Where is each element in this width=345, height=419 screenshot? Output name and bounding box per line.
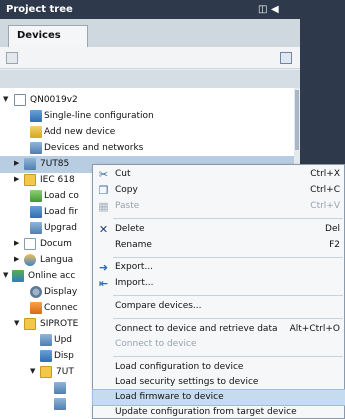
devices-networks-icon	[30, 142, 42, 154]
menu-item-cut[interactable]: ✂ Cut Ctrl+X	[93, 167, 345, 182]
tree-header	[0, 70, 300, 88]
folder-icon	[24, 318, 36, 330]
menu-item-load-firmware[interactable]: Load firmware to device	[92, 389, 345, 406]
panel-title-bar: Project tree ◫ ◀	[0, 0, 300, 19]
single-line-icon	[30, 110, 42, 122]
add-device-icon	[30, 126, 42, 138]
split-view-icon[interactable]: ◫	[258, 4, 267, 15]
load-firmware-icon	[30, 206, 42, 218]
menu-item-rename[interactable]: Rename F2	[93, 238, 345, 253]
scissors-icon: ✂	[98, 168, 109, 181]
tree-item-project[interactable]: ▼ QN0019v2	[0, 92, 300, 109]
update-icon	[40, 334, 52, 346]
menu-item-delete[interactable]: ✕ Delete Del	[93, 222, 345, 237]
project-view-icon[interactable]	[6, 52, 18, 64]
paste-icon: ▦	[98, 200, 109, 213]
copy-icon: ❐	[98, 184, 109, 197]
expand-right-icon[interactable]: ▶	[14, 175, 22, 183]
tree-item-single-line[interactable]: Single-line configuration	[0, 108, 300, 125]
tree-toolbar	[0, 47, 300, 69]
connect-icon	[30, 302, 42, 314]
folder-icon	[24, 174, 36, 186]
online-access-icon	[12, 270, 24, 282]
menu-item-load-config[interactable]: Load configuration to device	[93, 360, 345, 375]
languages-icon	[24, 254, 36, 266]
export-icon: ➜	[98, 261, 109, 274]
menu-item-update-config[interactable]: Update configuration from target device	[93, 405, 345, 419]
menu-separator	[113, 318, 343, 319]
expand-down-icon[interactable]: ▼	[14, 319, 22, 327]
project-icon	[14, 94, 26, 106]
menu-item-connect[interactable]: Connect to device	[93, 337, 345, 352]
menu-item-compare[interactable]: Compare devices...	[93, 299, 345, 314]
tab-devices[interactable]: Devices	[8, 25, 88, 47]
document-icon	[24, 238, 36, 250]
menu-item-export[interactable]: ➜ Export...	[93, 260, 345, 275]
menu-item-load-security[interactable]: Load security settings to device	[93, 375, 345, 390]
import-icon: ⇤	[98, 277, 109, 290]
expand-right-icon[interactable]: ▶	[14, 255, 22, 263]
tree-item-devices-networks[interactable]: Devices and networks	[0, 140, 300, 157]
panel-title: Project tree	[6, 4, 73, 15]
context-menu: ✂ Cut Ctrl+X ❐ Copy Ctrl+C ▦ Paste Ctrl+…	[92, 164, 345, 419]
menu-separator	[113, 257, 343, 258]
menu-separator	[113, 295, 343, 296]
menu-item-paste[interactable]: ▦ Paste Ctrl+V	[93, 199, 345, 214]
menu-item-connect-retrieve[interactable]: Connect to device and retrieve data Alt+…	[93, 322, 345, 337]
menu-item-import[interactable]: ⇤ Import...	[93, 276, 345, 291]
menu-item-copy[interactable]: ❐ Copy Ctrl+C	[93, 183, 345, 198]
folder-icon	[40, 366, 52, 378]
tree-item-add-device[interactable]: Add new device	[0, 124, 300, 141]
expand-right-icon[interactable]: ▶	[14, 159, 22, 167]
display-sub-icon	[40, 350, 52, 362]
display-icon	[30, 286, 42, 298]
scroll-thumb[interactable]	[295, 90, 299, 150]
device-icon	[24, 158, 36, 170]
menu-separator	[113, 218, 343, 219]
expand-down-icon[interactable]: ▼	[3, 271, 11, 279]
menu-separator	[113, 356, 343, 357]
upgrade-icon	[30, 222, 42, 234]
delete-icon: ✕	[98, 223, 109, 236]
expand-down-icon[interactable]: ▼	[30, 367, 38, 375]
overview-icon[interactable]	[280, 52, 292, 64]
device-child-icon	[54, 382, 66, 394]
tab-strip: Devices	[0, 19, 300, 47]
collapse-arrow-icon[interactable]: ◀	[271, 4, 279, 15]
expand-right-icon[interactable]: ▶	[14, 239, 22, 247]
load-config-icon	[30, 190, 42, 202]
device-child-icon	[54, 398, 66, 410]
expand-down-icon[interactable]: ▼	[3, 95, 11, 103]
